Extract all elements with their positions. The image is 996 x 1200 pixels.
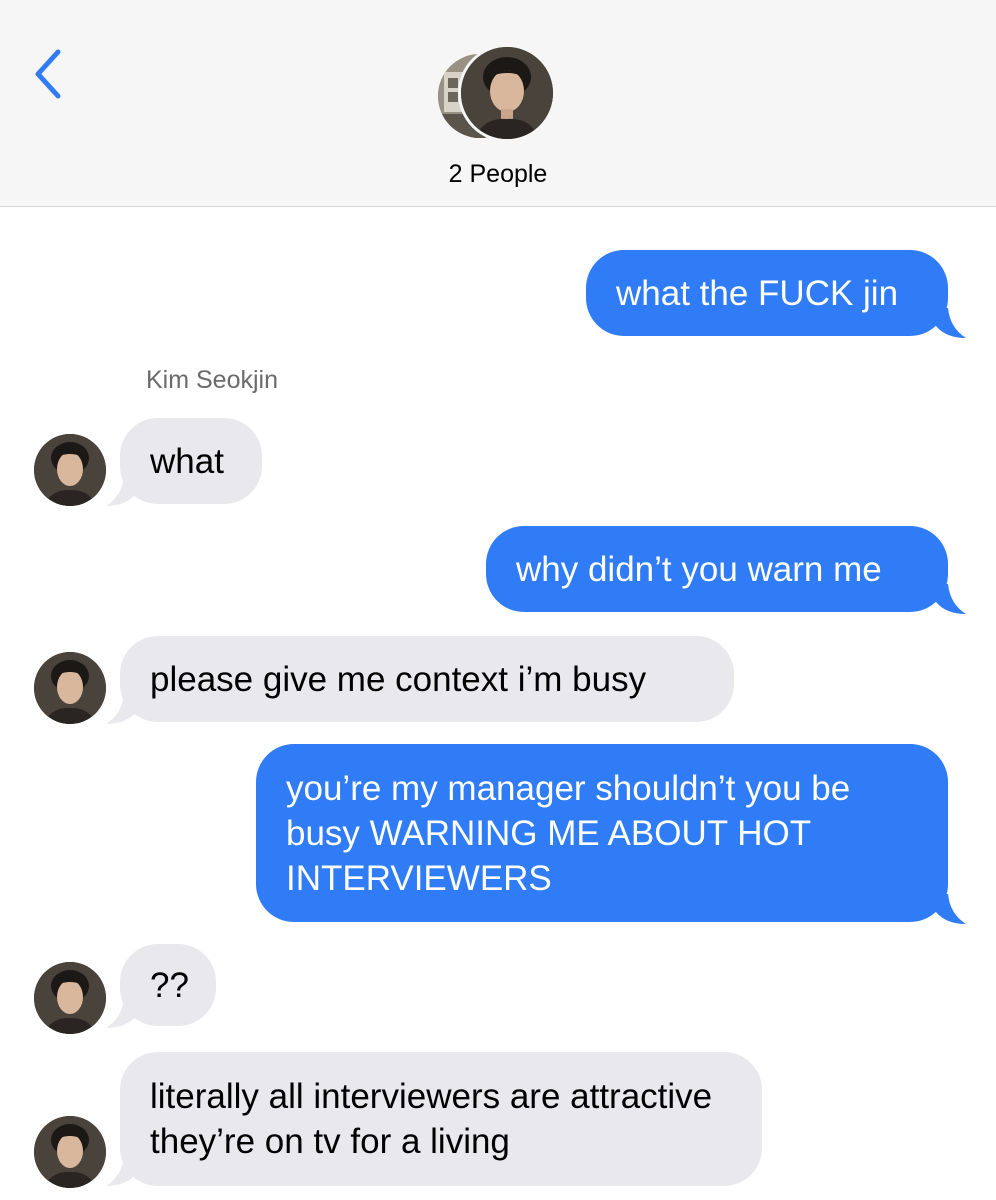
bubble-tail <box>936 894 966 924</box>
back-button[interactable] <box>28 46 68 102</box>
chevron-left-icon <box>35 49 61 99</box>
group-avatar[interactable] <box>438 44 562 142</box>
message-text: please give me context i’m busy <box>150 659 647 699</box>
sender-name: Kim Seokjin <box>146 366 278 394</box>
bubble-tail <box>106 998 136 1028</box>
contact-avatar[interactable] <box>34 652 106 724</box>
message-bubble-incoming[interactable]: what <box>120 418 262 504</box>
message-text: what the FUCK jin <box>616 273 899 313</box>
message-bubble-outgoing[interactable]: what the FUCK jin <box>586 250 948 336</box>
bubble-tail <box>936 308 966 338</box>
bubble-tail <box>106 694 136 724</box>
message-bubble-incoming[interactable]: please give me context i’m busy <box>120 636 734 722</box>
message-text: you’re my manager shouldn’t you be busy … <box>286 768 851 898</box>
bubble-tail <box>936 584 966 614</box>
conversation-title[interactable]: 2 People <box>0 160 996 189</box>
message-bubble-outgoing[interactable]: you’re my manager shouldn’t you be busy … <box>256 744 948 922</box>
message-bubble-incoming[interactable]: literally all interviewers are attractiv… <box>120 1052 762 1186</box>
bubble-tail <box>106 476 136 506</box>
message-bubble-outgoing[interactable]: why didn’t you warn me <box>486 526 948 612</box>
message-text: what <box>150 441 224 481</box>
message-text: literally all interviewers are attractiv… <box>150 1077 713 1161</box>
contact-avatar[interactable] <box>34 1116 106 1188</box>
bubble-tail <box>106 1156 136 1186</box>
conversation-header: 2 People <box>0 0 996 207</box>
message-text: ?? <box>150 965 189 1005</box>
contact-avatar[interactable] <box>34 962 106 1034</box>
contact-avatar[interactable] <box>34 434 106 506</box>
participant-avatar <box>458 44 556 142</box>
message-text: why didn’t you warn me <box>516 549 882 589</box>
